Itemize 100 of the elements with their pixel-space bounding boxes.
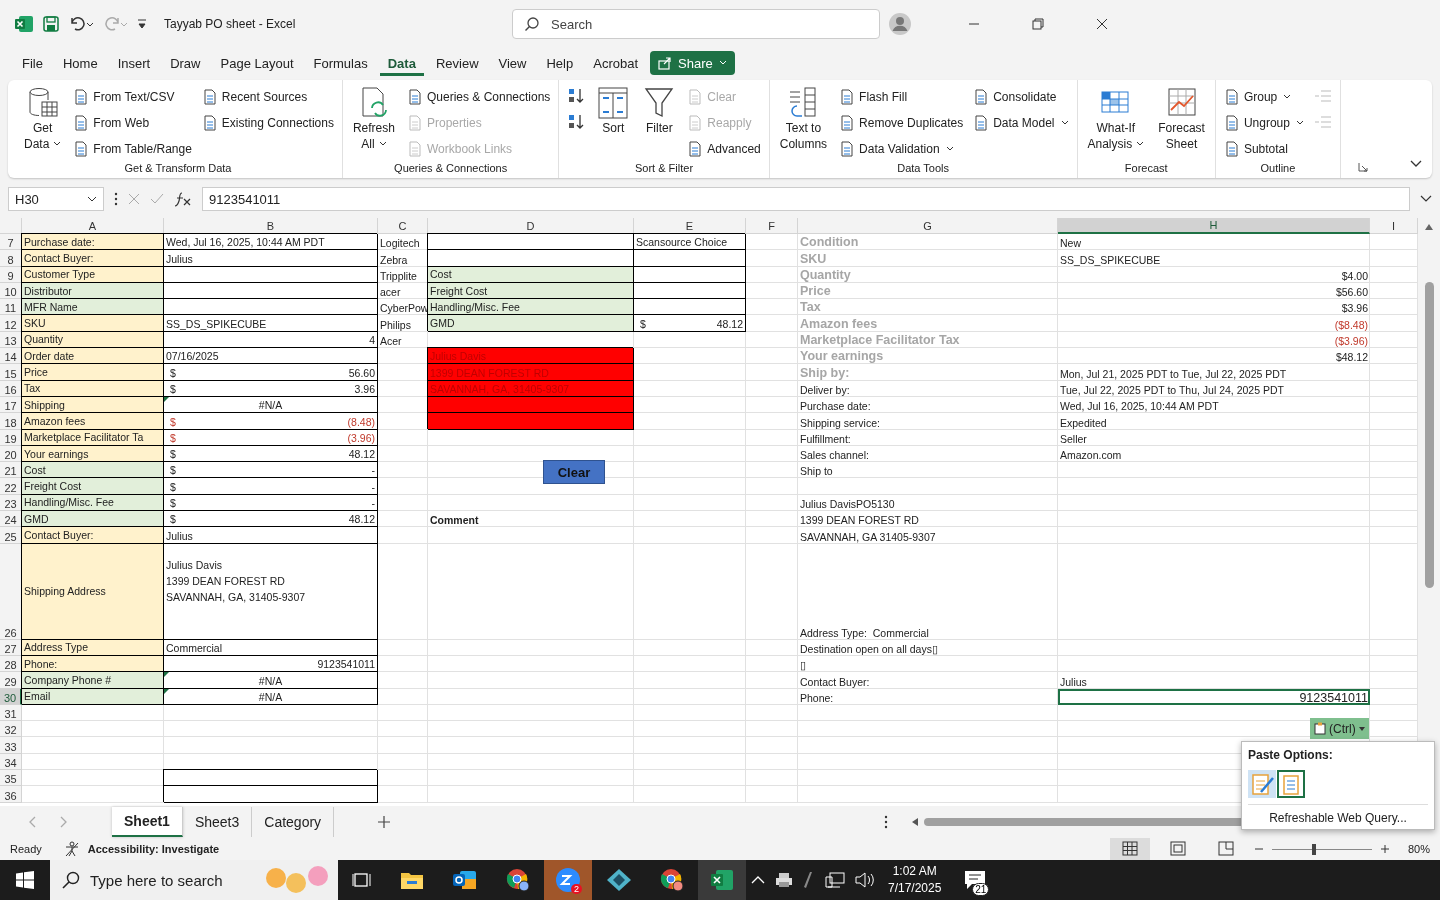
ribbon-button[interactable]: From Table/Range xyxy=(71,139,194,159)
ribbon-tab[interactable]: Acrobat xyxy=(585,50,647,76)
ribbon-button[interactable]: Forecast Sheet xyxy=(1154,84,1209,154)
paste-format-icon[interactable] xyxy=(1248,770,1276,798)
scroll-up-icon[interactable] xyxy=(1425,224,1433,230)
ribbon-button[interactable]: Text to Columns xyxy=(775,84,832,154)
ribbon-button[interactable]: Remove Duplicates xyxy=(837,113,966,133)
column-header[interactable]: C xyxy=(378,218,428,234)
name-box[interactable]: H30 xyxy=(8,187,104,211)
ribbon-button[interactable]: Recent Sources xyxy=(199,87,336,107)
ribbon-button[interactable]: From Text/CSV xyxy=(71,87,194,107)
folder-icon[interactable] xyxy=(400,870,424,890)
ribbon-tab[interactable]: Home xyxy=(54,50,106,76)
ribbon-button[interactable]: Consolidate xyxy=(971,87,1071,107)
ribbon-button[interactable]: Filter xyxy=(639,84,680,138)
ribbon-tab[interactable]: Draw xyxy=(162,50,209,76)
ribbon-button[interactable]: Subtotal xyxy=(1221,139,1306,159)
zoom-level[interactable]: 80% xyxy=(1407,843,1430,855)
taskbar-search-field[interactable]: Type here to search xyxy=(50,860,338,900)
search-field[interactable]: Search xyxy=(512,9,880,39)
row-header[interactable]: 32 xyxy=(0,721,22,738)
scroll-thumb[interactable] xyxy=(1424,282,1434,588)
browser-icon[interactable] xyxy=(660,868,684,892)
accessibility-status[interactable]: Accessibility: Investigate xyxy=(87,843,220,855)
row-header[interactable]: 35 xyxy=(0,770,22,787)
save-icon[interactable] xyxy=(42,15,60,33)
ribbon-button[interactable]: Ungroup xyxy=(1221,113,1306,133)
network-icon[interactable] xyxy=(825,872,845,888)
dialog-launcher-icon[interactable] xyxy=(1358,162,1368,172)
pen-icon[interactable] xyxy=(803,871,815,889)
ribbon-button[interactable]: Refresh All xyxy=(348,84,399,154)
expand-icon[interactable] xyxy=(1420,195,1432,203)
ribbon-button[interactable]: Data Validation xyxy=(837,139,966,159)
sheet-tab[interactable]: Category xyxy=(252,807,335,837)
column-header[interactable]: H xyxy=(1058,218,1370,234)
customize-icon[interactable] xyxy=(136,17,148,31)
row-header[interactable]: 8 xyxy=(0,250,22,267)
row-header[interactable]: 22 xyxy=(0,478,22,495)
row-header[interactable]: 24 xyxy=(0,511,22,528)
menu-item[interactable]: Refreshable Web Query... xyxy=(1248,811,1428,825)
add-sheet-icon[interactable] xyxy=(378,816,391,828)
row-header[interactable]: 36 xyxy=(0,786,22,803)
row-header[interactable]: 14 xyxy=(0,348,22,365)
close-icon[interactable] xyxy=(1096,18,1108,30)
ribbon-tab[interactable]: Insert xyxy=(109,50,159,76)
printer-icon[interactable] xyxy=(775,872,793,888)
ribbon-button[interactable]: Advanced xyxy=(685,139,763,159)
ribbon-tab[interactable]: View xyxy=(490,50,535,76)
ribbon-button[interactable]: From Web xyxy=(71,113,194,133)
row-header[interactable]: 33 xyxy=(0,737,22,754)
ribbon-button[interactable]: Existing Connections xyxy=(199,113,336,133)
paste-options-button[interactable]: (Ctrl) xyxy=(1310,718,1369,739)
row-header[interactable]: 29 xyxy=(0,672,22,689)
more-options-icon[interactable] xyxy=(884,815,889,829)
row-header[interactable]: 12 xyxy=(0,315,22,332)
diamond-app-icon[interactable] xyxy=(606,868,632,892)
paste-icon[interactable] xyxy=(1277,770,1305,798)
ribbon-button[interactable]: Get Data xyxy=(20,84,66,154)
row-header[interactable]: 7 xyxy=(0,234,22,251)
clock-date[interactable]: 7/17/2025 xyxy=(888,880,942,897)
ribbon-button[interactable]: Group xyxy=(1221,87,1306,107)
row-header[interactable]: 18 xyxy=(0,413,22,430)
restore-icon[interactable] xyxy=(1032,18,1044,30)
column-header[interactable]: I xyxy=(1370,218,1418,234)
ribbon-button[interactable]: Sort xyxy=(593,84,634,138)
clear-button[interactable]: Clear xyxy=(543,460,605,484)
formula-field[interactable]: 9123541011 xyxy=(202,187,1410,211)
ribbon-button[interactable]: Queries & Connections xyxy=(404,87,553,107)
ribbon-tab[interactable]: File xyxy=(14,50,51,76)
row-header[interactable]: 21 xyxy=(0,462,22,479)
ribbon-button[interactable]: Data Model xyxy=(971,113,1071,133)
undo-icon[interactable] xyxy=(68,15,94,33)
column-header[interactable]: F xyxy=(746,218,798,234)
row-header[interactable]: 26 xyxy=(0,543,22,640)
ribbon-tab[interactable]: Formulas xyxy=(305,50,376,76)
chat-app-icon[interactable] xyxy=(555,867,581,893)
ribbon-tab[interactable]: Review xyxy=(427,50,487,76)
slider-thumb[interactable] xyxy=(1311,843,1316,855)
function-icon[interactable] xyxy=(174,191,192,207)
spreadsheet-app-icon[interactable] xyxy=(710,869,734,891)
row-header[interactable]: 15 xyxy=(0,364,22,381)
volume-icon[interactable] xyxy=(855,872,875,888)
sheet-tab[interactable]: Sheet1 xyxy=(112,807,183,837)
mail-app-icon[interactable] xyxy=(452,869,478,891)
row-header[interactable]: 25 xyxy=(0,527,22,544)
chevron-up-icon[interactable] xyxy=(751,876,765,884)
clock-time[interactable]: 1:02 AM xyxy=(892,863,937,880)
column-header[interactable]: G xyxy=(798,218,1058,234)
ribbon-tab[interactable]: Page Layout xyxy=(212,50,302,76)
ribbon-button[interactable]: Flash Fill xyxy=(837,87,966,107)
share-button[interactable]: Share xyxy=(650,51,735,75)
normal-view-icon[interactable] xyxy=(1109,838,1150,860)
scroll-left-icon[interactable] xyxy=(912,818,919,826)
more-options-icon[interactable] xyxy=(114,192,118,206)
start-icon[interactable] xyxy=(16,871,34,889)
row-header[interactable]: 11 xyxy=(0,299,22,316)
account-avatar-icon[interactable] xyxy=(888,12,912,36)
browser-icon[interactable] xyxy=(506,868,530,892)
sheet-tab[interactable]: Sheet3 xyxy=(182,807,253,837)
ribbon-tab[interactable]: Data xyxy=(379,50,424,76)
